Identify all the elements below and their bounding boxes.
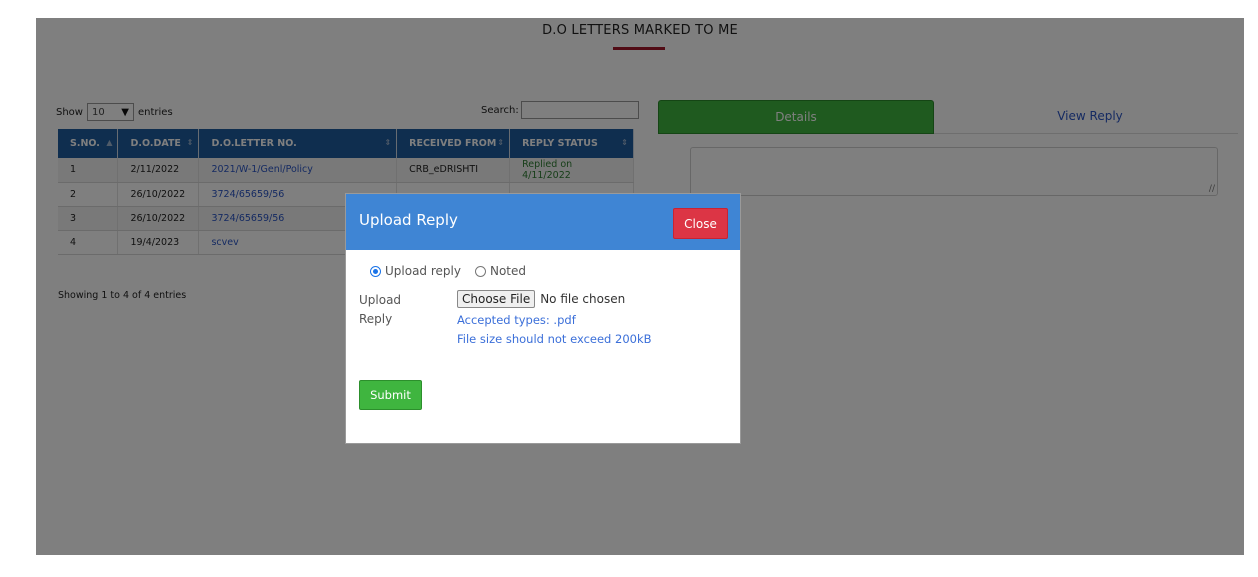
file-size-hint: File size should not exceed 200kB: [457, 332, 652, 346]
file-input[interactable]: Choose File No file chosen: [457, 290, 625, 308]
modal-body: Upload reply Noted Upload Reply Choose F…: [346, 250, 740, 444]
choose-file-button[interactable]: Choose File: [457, 290, 536, 308]
modal-title: Upload Reply: [359, 211, 458, 229]
upload-reply-modal: Upload Reply Close Upload reply Noted Up…: [345, 193, 741, 444]
radio-noted[interactable]: [474, 265, 486, 277]
reply-type-radios: Upload reply Noted: [370, 264, 526, 278]
file-status: No file chosen: [540, 292, 626, 306]
radio-upload-reply-label[interactable]: Upload reply: [385, 264, 461, 278]
submit-button[interactable]: Submit: [359, 380, 422, 410]
radio-noted-label[interactable]: Noted: [490, 264, 526, 278]
modal-header: Upload Reply Close: [346, 194, 740, 250]
accepted-types-hint: Accepted types: .pdf: [457, 313, 576, 327]
close-button[interactable]: Close: [673, 208, 728, 239]
upload-reply-label: Upload Reply: [359, 293, 402, 326]
radio-upload-reply[interactable]: [370, 265, 381, 277]
